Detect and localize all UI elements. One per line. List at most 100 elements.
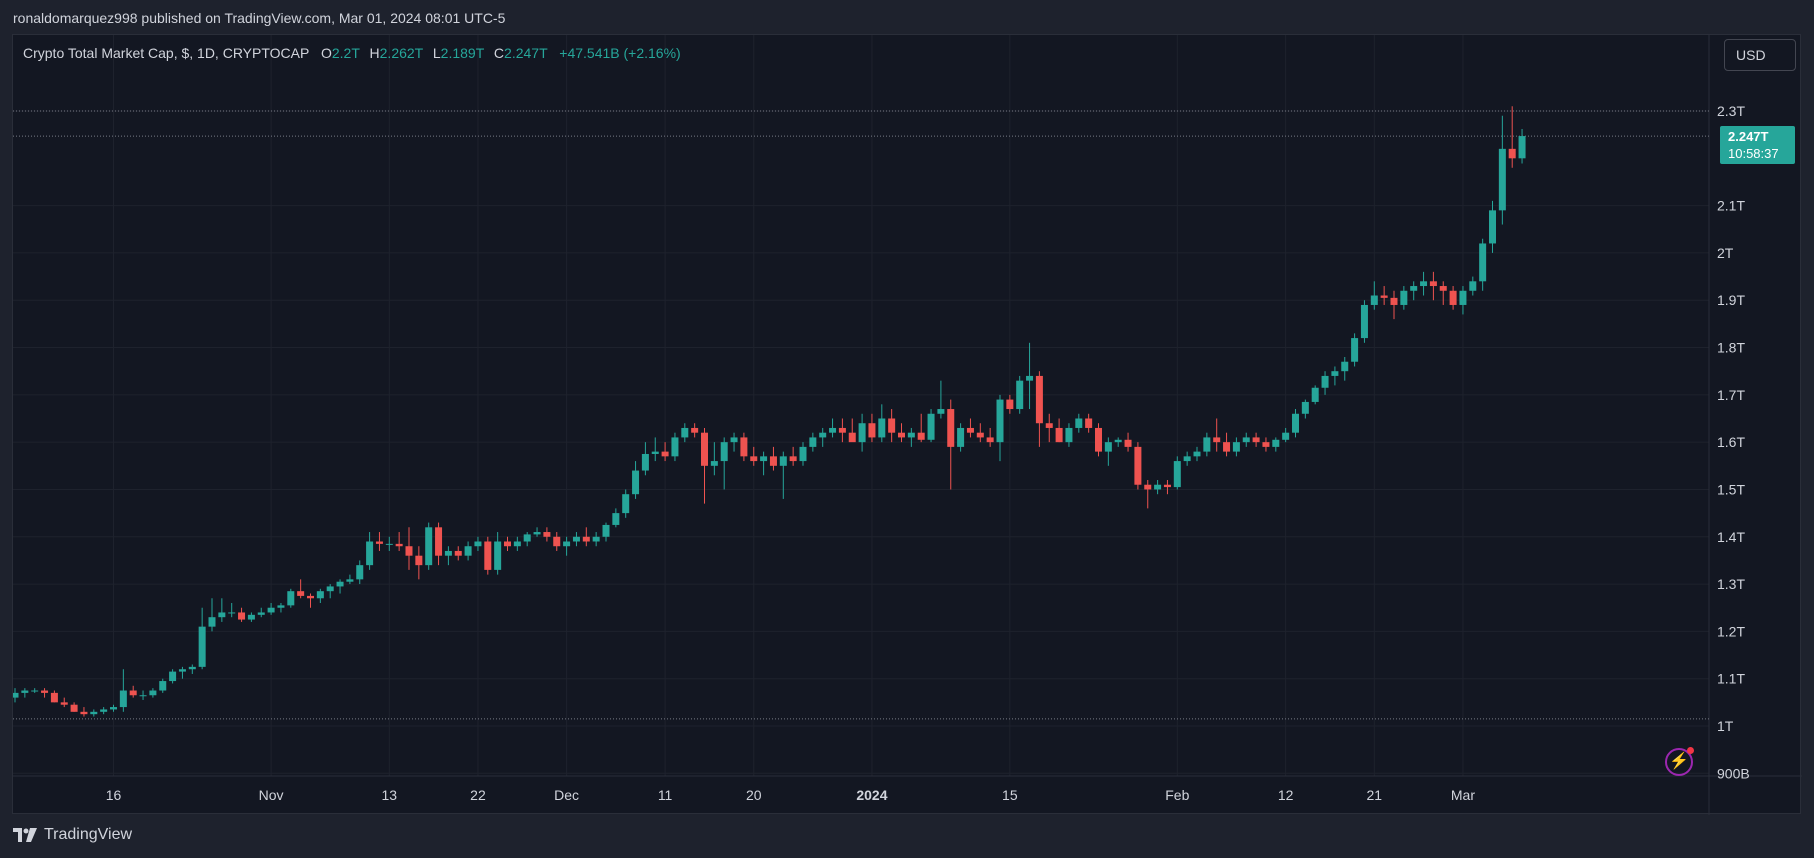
y-tick-label: 2.1T (1717, 198, 1745, 214)
candle-body (760, 456, 768, 462)
candle-body (1410, 286, 1418, 291)
candle-body (1124, 439, 1132, 447)
footer-brand[interactable]: TradingView (13, 826, 132, 844)
close-value: 2.247T (504, 45, 548, 61)
candle-body (1311, 387, 1319, 402)
candle-body (1429, 281, 1437, 287)
candle-body (701, 432, 708, 466)
x-tick-label: 11 (658, 787, 673, 803)
x-tick-label: 13 (382, 787, 398, 803)
candle-body (70, 704, 78, 712)
candle-body (1292, 413, 1299, 433)
candle-body (277, 605, 285, 608)
candle-body (858, 423, 866, 443)
candle-body (178, 669, 186, 672)
candle-body (740, 437, 748, 457)
candle-body (1439, 286, 1447, 291)
candle-body (1262, 442, 1270, 447)
candle-body (50, 692, 58, 703)
candle-body (996, 399, 1004, 443)
candle-body (31, 690, 39, 692)
candle-body (405, 546, 413, 556)
candle-body (1449, 290, 1457, 305)
candle-body (1518, 136, 1526, 159)
candle-body (553, 536, 561, 547)
candle-body (1282, 432, 1290, 440)
candle-body (100, 709, 108, 712)
candle-body (1016, 380, 1024, 410)
high-label: H (369, 45, 380, 61)
candle-body (1026, 375, 1034, 381)
candle-body (848, 432, 856, 443)
candle-body (533, 532, 541, 535)
candle-body (632, 470, 640, 495)
candle-body (13, 692, 19, 698)
candle-body (1272, 439, 1280, 447)
candle-body (159, 681, 167, 691)
candle-body (582, 536, 590, 542)
candle-body (1154, 484, 1162, 490)
candle-body (247, 614, 255, 620)
candle-body (1085, 418, 1093, 428)
candlestick-chart[interactable]: 900B 1T 1.1T 1.2T 1.3T 1.4T 1.5T 1.6T 1.7T 1.8T 1.… (13, 35, 1802, 815)
footer-brand-text: TradingView (44, 826, 133, 843)
chart-frame[interactable]: 900B 1T 1.1T 1.2T 1.3T 1.4T 1.5T 1.6T 1.7T 1.8T 1.… (12, 34, 1802, 815)
candle-body (937, 409, 945, 414)
candle-body (513, 541, 521, 547)
candle-body (750, 456, 758, 462)
candle-body (829, 427, 837, 433)
candle-body (1380, 295, 1388, 298)
candle-body (169, 671, 177, 682)
candle-body (809, 437, 817, 447)
candle-body (1459, 290, 1467, 305)
candle-body (947, 409, 955, 447)
y-tick-label: 1.7T (1717, 387, 1745, 403)
candle-body (917, 432, 925, 440)
lightning-bolt-icon[interactable]: ⚡ (1665, 747, 1694, 776)
candle-body (1331, 371, 1339, 376)
candle-body (375, 541, 383, 544)
candle-body (1360, 304, 1368, 339)
candle-body (1469, 281, 1477, 291)
candle-body (641, 453, 649, 471)
candle-body (435, 527, 443, 556)
currency-button[interactable]: USD (1724, 39, 1796, 71)
y-tick-label: 1.4T (1717, 529, 1745, 545)
candle-body (779, 456, 787, 466)
close-label: C (493, 45, 505, 61)
y-tick-label: 1.3T (1717, 576, 1745, 592)
low-label: L (432, 45, 441, 61)
candle-body (1095, 427, 1102, 452)
candle-body (425, 527, 433, 566)
candle-body (966, 427, 974, 433)
x-tick-label: Nov (259, 787, 284, 803)
candle-body (208, 617, 216, 627)
candle-body (1213, 437, 1221, 443)
candle-body (543, 532, 551, 537)
x-tick-label: 15 (1002, 787, 1018, 803)
candle-body (612, 513, 620, 525)
candle-body (287, 591, 295, 606)
candle-body (1508, 148, 1516, 159)
candle-body (1203, 437, 1211, 452)
candle-body (1498, 148, 1506, 211)
bar-countdown: 10:58:37 (1728, 146, 1779, 161)
candle-body (1232, 442, 1240, 452)
y-tick-label: 1.6T (1717, 434, 1745, 450)
publisher-header: ronaldomarquez998 published on TradingVi… (13, 10, 506, 26)
candle-body (188, 666, 196, 670)
symbol-name: Crypto Total Market Cap, $, 1D, CRYPTOCA… (23, 45, 310, 61)
candle-body (1390, 297, 1398, 305)
candle-body (888, 418, 896, 433)
candle-body (898, 432, 905, 438)
candle-body (80, 711, 88, 715)
y-tick-label: 2T (1717, 245, 1734, 261)
y-tick-label: 1.9T (1717, 292, 1745, 308)
x-tick-label: 2024 (856, 787, 887, 803)
candle-body (494, 541, 502, 570)
candle-body (878, 418, 886, 438)
candle-body (1223, 442, 1231, 452)
open-label: O (320, 45, 332, 61)
candle-body (720, 442, 728, 462)
x-tick-label: Feb (1165, 787, 1189, 803)
